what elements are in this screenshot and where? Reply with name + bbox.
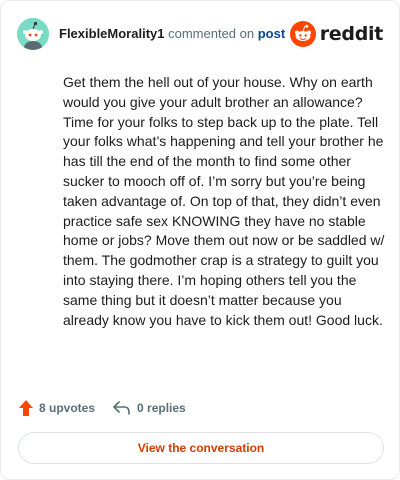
- upvote-count: 8 upvotes: [39, 401, 96, 415]
- upvote-stat[interactable]: 8 upvotes: [19, 400, 95, 416]
- reply-stat[interactable]: 0 replies: [113, 401, 186, 415]
- reply-arrow-icon: [113, 401, 130, 415]
- avatar[interactable]: [17, 18, 49, 50]
- reddit-snoo-icon: [289, 21, 316, 47]
- snoo-avatar-icon: [17, 18, 49, 50]
- upvote-arrow-icon: [19, 400, 33, 416]
- comment-footer: 8 upvotes 0 replies: [19, 397, 186, 419]
- post-link[interactable]: post: [258, 26, 285, 41]
- action-text: commented on: [168, 26, 255, 41]
- byline: FlexibleMorality1 commented on post: [59, 26, 285, 42]
- reddit-logo[interactable]: reddit: [289, 21, 384, 47]
- comment-header: FlexibleMorality1 commented on post redd…: [17, 17, 383, 51]
- username-link[interactable]: FlexibleMorality1: [59, 26, 164, 41]
- reddit-wordmark: reddit: [319, 23, 384, 45]
- comment-card: FlexibleMorality1 commented on post redd…: [0, 0, 400, 480]
- view-conversation-button[interactable]: View the conversation: [18, 432, 384, 464]
- reply-count: 0 replies: [137, 401, 186, 415]
- comment-body: Get them the hell out of your house. Why…: [63, 74, 385, 328]
